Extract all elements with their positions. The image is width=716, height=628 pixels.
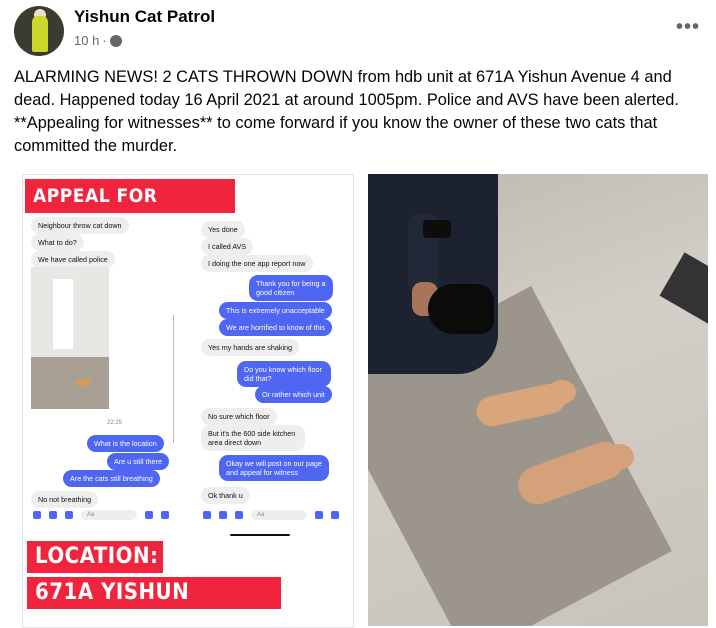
chat-bubble: Do you know which floor did that? — [237, 361, 331, 387]
chat-bubble: We are horrified to know of this — [219, 319, 332, 336]
like-icon[interactable] — [331, 511, 339, 519]
chat-bubble: This is extremely unacceptable — [219, 302, 332, 319]
chat-bubble: Ok thank u — [201, 487, 250, 504]
mic-icon[interactable] — [65, 511, 73, 519]
page-avatar[interactable] — [14, 6, 64, 56]
chat-bubble: Yes my hands are shaking — [201, 339, 300, 356]
composer-input[interactable]: Aa — [81, 510, 137, 520]
chat-bubble: Okay we will post on our page and appeal… — [219, 455, 329, 481]
mic-icon[interactable] — [235, 511, 243, 519]
composer-toolbar-left: Aa — [33, 510, 169, 520]
cat-head-1 — [548, 380, 576, 404]
camera-icon[interactable] — [33, 511, 41, 519]
photo-door — [53, 279, 73, 349]
composer-toolbar-right: Aa — [203, 510, 339, 520]
chat-timestamp: 22:25 — [107, 420, 123, 426]
chat-bubble: I doing the one app report now — [201, 255, 313, 272]
emoji-icon[interactable] — [315, 511, 323, 519]
composer-input[interactable]: Aa — [251, 510, 307, 520]
chat-bubble: Are the cats still breathing — [63, 470, 160, 487]
avatar-figure — [32, 16, 48, 52]
globe-icon[interactable] — [109, 34, 122, 47]
chat-bubble: Neighbour throw cat down — [31, 217, 129, 234]
location-label-banner: LOCATION: — [27, 541, 163, 573]
chat-bubble: Thank you for being a good citizen — [249, 275, 333, 301]
chat-bubble: I called AVS — [201, 238, 254, 255]
meta-separator: · — [102, 33, 107, 48]
gallery-icon[interactable] — [49, 511, 57, 519]
chat-photo — [31, 267, 109, 409]
appeal-banner: APPEAL FOR WITNESS — [25, 179, 235, 241]
phone-home-indicator — [230, 534, 290, 536]
chat-bubble: But it's the 600 side kitchen area direc… — [201, 425, 305, 451]
cats-photo[interactable] — [368, 174, 708, 626]
like-icon[interactable] — [161, 511, 169, 519]
chat-bubble: Yes done — [201, 221, 245, 238]
photo-cat — [75, 379, 91, 386]
emoji-icon[interactable] — [145, 511, 153, 519]
gallery-icon[interactable] — [219, 511, 227, 519]
screenshot-divider — [173, 315, 174, 443]
post-text: ALARMING NEWS! 2 CATS THROWN DOWN from h… — [14, 68, 679, 155]
chat-bubble: Or rather which unit — [255, 386, 332, 403]
camera-icon[interactable] — [203, 511, 211, 519]
chat-bubble: Are u still there — [107, 453, 169, 470]
location-address-banner: 671A YISHUN AVENUE 4 — [27, 577, 281, 627]
photo-floor — [31, 357, 109, 409]
officer-boot — [428, 284, 494, 334]
chat-bubble: No not breathing — [31, 491, 99, 508]
chat-bubble: We have called police — [31, 251, 115, 268]
post-meta: 10 h · — [74, 33, 122, 48]
appeal-image[interactable]: APPEAL FOR WITNESS Neighbour throw cat d… — [22, 174, 354, 628]
chat-bubble: What is the location — [87, 435, 164, 452]
more-options-button[interactable]: ••• — [676, 16, 700, 39]
chat-bubble: No sure which floor — [201, 408, 277, 425]
post-header: Yishun Cat Patrol 10 h · ••• — [14, 6, 704, 58]
chat-bubble: What to do? — [31, 234, 84, 251]
cat-head-2 — [604, 444, 634, 470]
post-time[interactable]: 10 h — [74, 33, 99, 48]
wristwatch — [423, 220, 451, 238]
page-name-link[interactable]: Yishun Cat Patrol — [74, 7, 215, 27]
